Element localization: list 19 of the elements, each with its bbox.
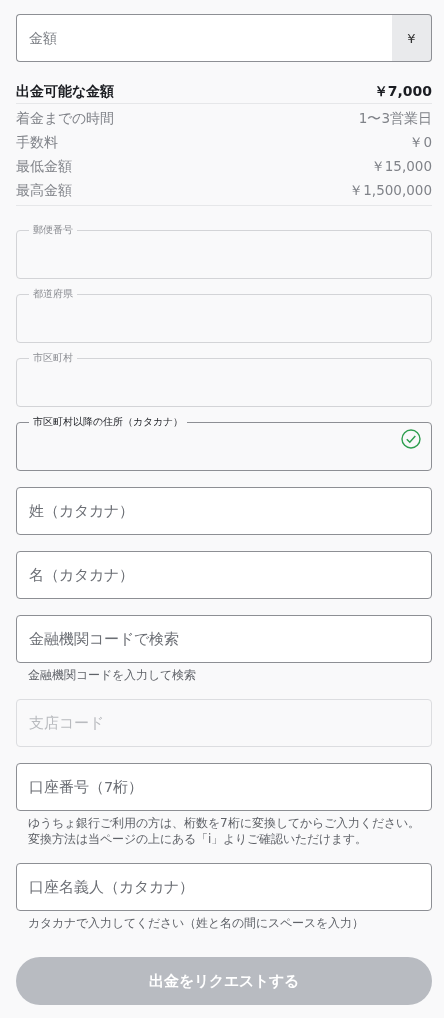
summary-label: 出金可能な金額 xyxy=(16,82,114,101)
summary-label: 手数料 xyxy=(16,134,58,152)
input-field[interactable]: 姓（カタカナ） xyxy=(16,487,432,535)
summary-label: 着金までの時間 xyxy=(16,110,114,128)
input-field[interactable]: 名（カタカナ） xyxy=(16,551,432,599)
input-field[interactable]: 口座名義人（カタカナ） xyxy=(16,863,432,911)
summary-value: ￥7,000 xyxy=(373,82,432,101)
input-field[interactable]: 金融機関コードで検索 xyxy=(16,615,432,663)
summary-value: ￥15,000 xyxy=(370,158,432,176)
summary-value: ￥1,500,000 xyxy=(349,182,432,200)
summary-value: 1〜3営業日 xyxy=(358,110,432,128)
summary-label: 最低金額 xyxy=(16,158,72,176)
helper-text: ゆうちょ銀行ご利用の方は、桁数を7桁に変換してからご入力ください。変換方法は当ページの上にある「i」よりご確認いただけます。 xyxy=(27,815,421,847)
input-field[interactable]: 口座番号（7桁） xyxy=(16,763,432,811)
summary-label: 最高金額 xyxy=(16,182,72,200)
helper-text: 金融機関コードを入力して検索 xyxy=(27,667,197,683)
helper-text: カタカナで入力してください（姓と名の間にスペースを入力） xyxy=(27,915,365,931)
summary-value: ￥0 xyxy=(409,134,432,152)
input-field[interactable]: 市区町村以降の住所（カタカナ） xyxy=(16,415,432,471)
